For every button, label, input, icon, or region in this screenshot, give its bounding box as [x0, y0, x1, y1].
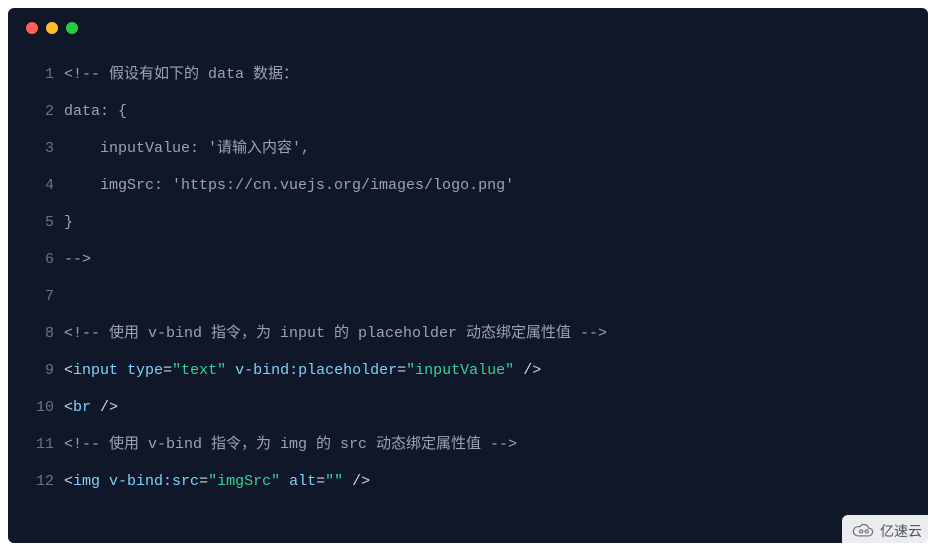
code-line: 6-->: [26, 241, 910, 278]
code-line: 1<!-- 假设有如下的 data 数据：: [26, 56, 910, 93]
line-content: inputValue: '请输入内容',: [54, 130, 310, 167]
line-content: <input type="text" v-bind:placeholder="i…: [54, 352, 541, 389]
code-line: 2data: {: [26, 93, 910, 130]
line-content: <img v-bind:src="imgSrc" alt="" />: [54, 463, 370, 500]
minimize-icon[interactable]: [46, 22, 58, 34]
watermark: 亿速云: [842, 515, 932, 547]
code-line: 10<br />: [26, 389, 910, 426]
line-content: }: [54, 204, 73, 241]
close-icon[interactable]: [26, 22, 38, 34]
code-line: 12<img v-bind:src="imgSrc" alt="" />: [26, 463, 910, 500]
maximize-icon[interactable]: [66, 22, 78, 34]
line-number: 3: [26, 130, 54, 167]
line-number: 8: [26, 315, 54, 352]
line-number: 1: [26, 56, 54, 93]
line-content: [54, 278, 64, 315]
window-titlebar: [26, 22, 910, 34]
watermark-text: 亿速云: [880, 521, 922, 541]
line-content: <!-- 假设有如下的 data 数据：: [54, 56, 298, 93]
line-number: 12: [26, 463, 54, 500]
line-number: 4: [26, 167, 54, 204]
code-line: 9<input type="text" v-bind:placeholder="…: [26, 352, 910, 389]
code-editor: 1<!-- 假设有如下的 data 数据：2data: {3 inputValu…: [8, 8, 928, 543]
line-number: 7: [26, 278, 54, 315]
line-number: 11: [26, 426, 54, 463]
code-line: 11<!-- 使用 v-bind 指令，为 img 的 src 动态绑定属性值 …: [26, 426, 910, 463]
code-line: 5}: [26, 204, 910, 241]
line-content: -->: [54, 241, 91, 278]
code-block: 1<!-- 假设有如下的 data 数据：2data: {3 inputValu…: [26, 56, 910, 500]
code-line: 8<!-- 使用 v-bind 指令，为 input 的 placeholder…: [26, 315, 910, 352]
line-content: data: {: [54, 93, 127, 130]
line-content: <br />: [54, 389, 118, 426]
line-content: <!-- 使用 v-bind 指令，为 input 的 placeholder …: [54, 315, 607, 352]
line-number: 2: [26, 93, 54, 130]
line-content: imgSrc: 'https://cn.vuejs.org/images/log…: [54, 167, 514, 204]
code-line: 3 inputValue: '请输入内容',: [26, 130, 910, 167]
line-number: 6: [26, 241, 54, 278]
cloud-icon: [852, 523, 874, 540]
code-line: 7: [26, 278, 910, 315]
line-content: <!-- 使用 v-bind 指令，为 img 的 src 动态绑定属性值 --…: [54, 426, 517, 463]
line-number: 9: [26, 352, 54, 389]
line-number: 5: [26, 204, 54, 241]
code-line: 4 imgSrc: 'https://cn.vuejs.org/images/l…: [26, 167, 910, 204]
line-number: 10: [26, 389, 54, 426]
